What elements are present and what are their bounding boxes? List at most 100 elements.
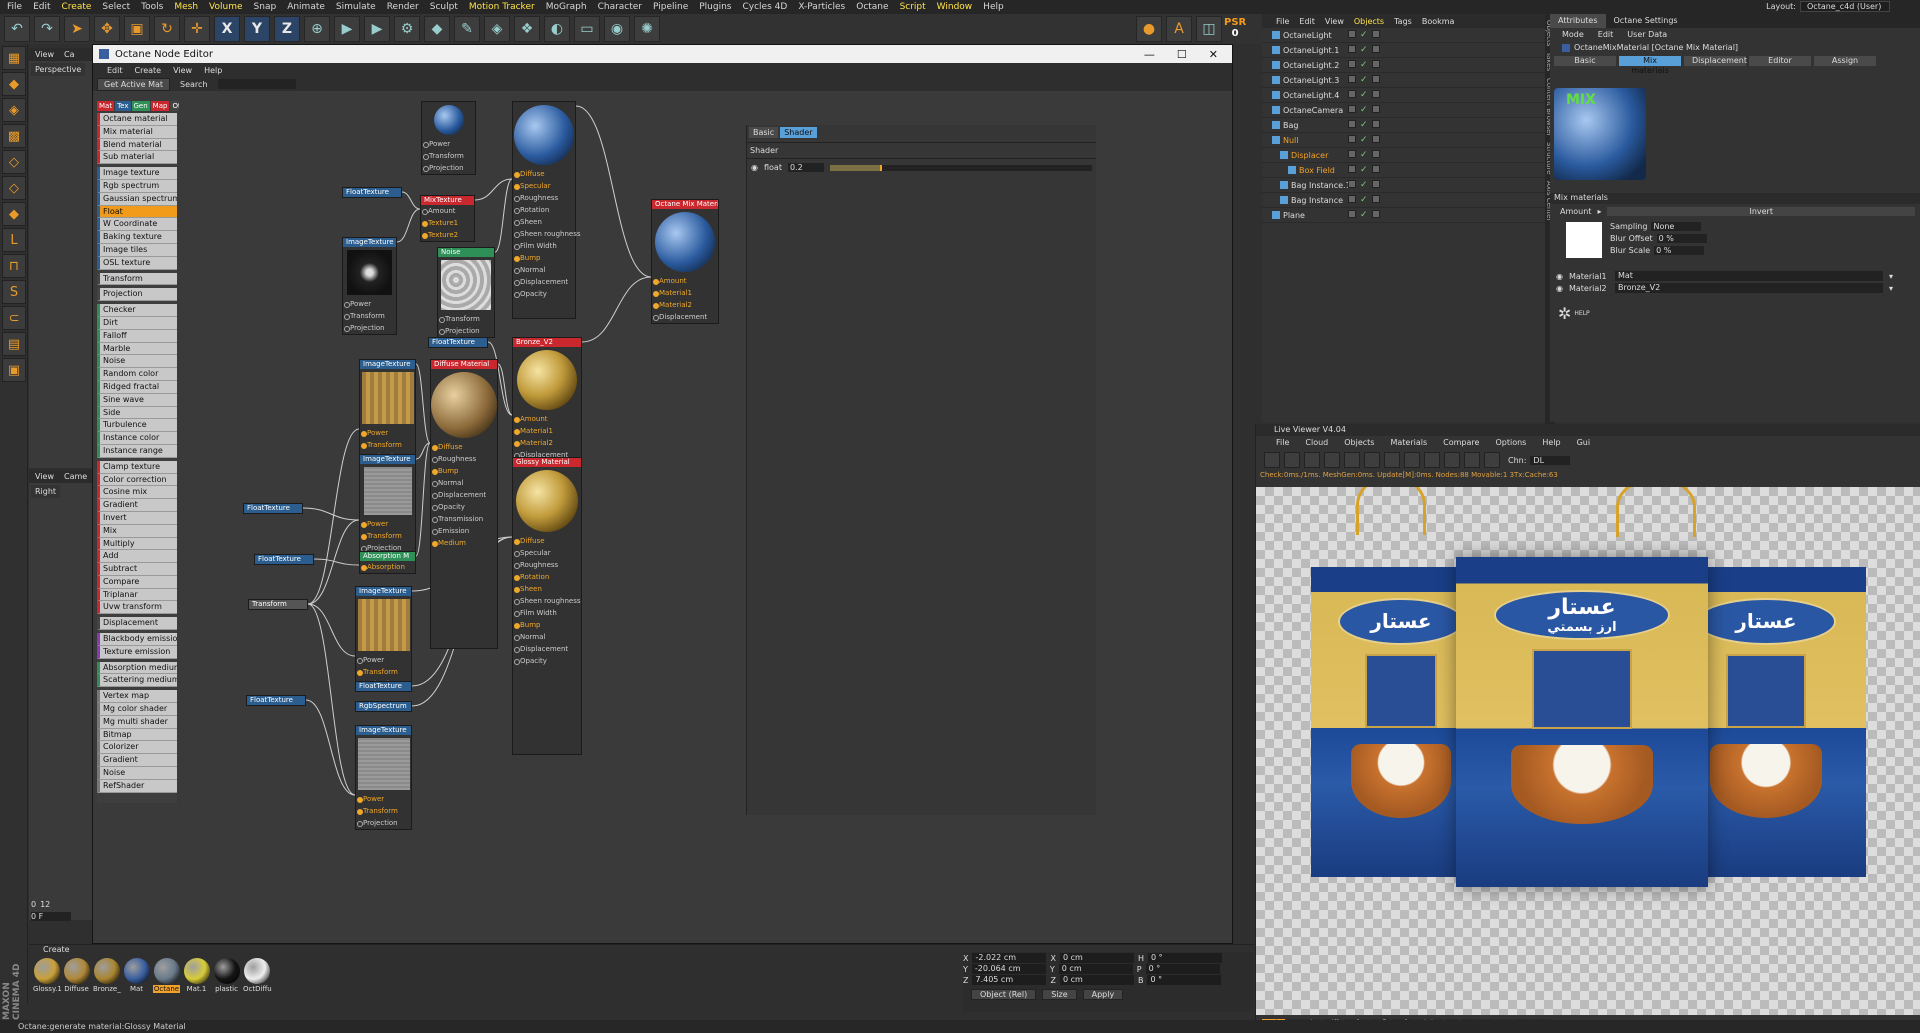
keyframe-dot-icon[interactable]: ◉ <box>1556 272 1563 281</box>
object-row[interactable]: Bag Instance ✓ <box>1262 193 1545 208</box>
object-row[interactable]: Displacer ✓ <box>1262 148 1545 163</box>
node-input-amount[interactable]: Amount <box>421 205 474 217</box>
node-type-multiply[interactable]: Multiply <box>97 537 177 551</box>
menu-volume[interactable]: Volume <box>209 2 242 12</box>
node-input-transform[interactable]: Transform <box>422 150 475 162</box>
menu-animate[interactable]: Animate <box>287 2 325 12</box>
material1-field[interactable]: Mat <box>1614 271 1883 281</box>
node-absorption-m[interactable]: Absorption M Absorption <box>359 551 416 574</box>
enabled-check-icon[interactable]: ✓ <box>1360 105 1368 115</box>
node-input-transform[interactable]: Transform <box>356 666 411 678</box>
z-axis-icon[interactable]: Z <box>274 16 300 42</box>
attr-menu-mode[interactable]: Mode <box>1562 30 1584 39</box>
model-mode-icon[interactable]: ▦ <box>2 46 26 70</box>
timeline-frame-field[interactable]: 0 F <box>31 912 71 921</box>
timeline-frame-start[interactable]: 0 <box>31 900 36 909</box>
amount-arrow-icon[interactable]: ▸ <box>1597 207 1601 216</box>
node-type-image-texture[interactable]: Image texture <box>97 167 177 180</box>
attr-subtab-mix-materials[interactable]: Mix materials <box>1619 56 1681 75</box>
menu-character[interactable]: Character <box>598 2 642 12</box>
object-row[interactable]: OctaneLight.3 ✓ <box>1262 73 1545 88</box>
category-tab-tex[interactable]: Tex <box>115 101 131 111</box>
coord-mode-dropdown[interactable]: Object (Rel) <box>971 989 1037 1000</box>
tab-attributes[interactable]: Attributes <box>1550 14 1606 28</box>
material-diffuse[interactable]: Diffuse <box>63 958 90 993</box>
enabled-check-icon[interactable]: ✓ <box>1360 150 1368 160</box>
coord-field-b[interactable]: 0 cm <box>1059 953 1134 963</box>
obj-menu-file[interactable]: File <box>1276 17 1289 26</box>
menu-window[interactable]: Window <box>937 2 973 12</box>
tag-icon[interactable] <box>1371 165 1380 173</box>
obj-menu-tags[interactable]: Tags <box>1394 17 1412 26</box>
attr-subtab-basic[interactable]: Basic <box>1554 56 1616 66</box>
node-type-projection[interactable]: Projection <box>97 288 177 302</box>
render-icon[interactable] <box>1264 452 1280 468</box>
node-input-projection[interactable]: Projection <box>438 325 494 337</box>
pause-icon[interactable] <box>1304 452 1320 468</box>
node-type-float[interactable]: Float <box>97 205 177 219</box>
scale-tool-icon[interactable]: ▣ <box>124 16 150 42</box>
viewport-menu-view[interactable]: View <box>35 50 54 59</box>
node-input-film-width[interactable]: Film Width <box>513 240 575 252</box>
coord-field-b[interactable]: 0 cm <box>1059 975 1134 985</box>
node-input-displacement[interactable]: Displacement <box>652 311 718 323</box>
grid-icon[interactable]: ▣ <box>2 358 26 382</box>
apply-button[interactable]: Apply <box>1082 989 1124 1000</box>
tab-basic[interactable]: Basic <box>749 127 779 138</box>
coord-field-c[interactable]: 0 ° <box>1145 964 1220 974</box>
redo-icon[interactable]: ↷ <box>34 16 60 42</box>
node-input-material1[interactable]: Material1 <box>513 425 581 437</box>
node-type-rgb-spectrum[interactable]: Rgb spectrum <box>97 179 177 193</box>
enabled-check-icon[interactable]: ✓ <box>1360 165 1368 175</box>
obj-menu-view[interactable]: View <box>1325 17 1344 26</box>
material-plastic[interactable]: plastic <box>213 958 240 993</box>
object-name[interactable]: Null <box>1283 136 1299 145</box>
float-slider[interactable] <box>829 164 1092 171</box>
snap-icon[interactable]: S <box>2 280 26 304</box>
node-input-material2[interactable]: Material2 <box>652 299 718 311</box>
node-type-noise[interactable]: Noise <box>97 355 177 369</box>
node-input-displacement[interactable]: Displacement <box>513 276 575 288</box>
keyframe-dot-icon[interactable]: ◉ <box>751 163 758 172</box>
cloner-icon[interactable]: ❖ <box>514 16 540 42</box>
camera-icon[interactable]: ◉ <box>604 16 630 42</box>
close-icon[interactable]: ✕ <box>1209 48 1218 61</box>
keyframe-dot-icon[interactable]: ◉ <box>1556 284 1563 293</box>
octane-camera-icon[interactable]: ◫ <box>1196 16 1222 42</box>
node-input-transform[interactable]: Transform <box>360 530 415 542</box>
x-axis-icon[interactable]: X <box>214 16 240 42</box>
node-type-colorizer[interactable]: Colorizer <box>97 741 177 755</box>
category-tab-gen[interactable]: Gen <box>131 101 150 111</box>
floor-icon[interactable]: ▭ <box>574 16 600 42</box>
blur-offset-field[interactable]: 0 % <box>1656 234 1707 243</box>
menu-mesh[interactable]: Mesh <box>174 2 198 12</box>
node-imagetexture[interactable]: ImageTexturePowerTransformProjection <box>355 586 412 691</box>
object-mode-icon[interactable]: ◆ <box>2 72 26 96</box>
node-type-absorption-medium[interactable]: Absorption medium <box>97 661 177 675</box>
object-name[interactable]: Bag Instance <box>1291 196 1343 205</box>
menu-create[interactable]: Create <box>62 2 92 12</box>
node-header[interactable]: Noise <box>438 248 494 257</box>
node-input-texture2[interactable]: Texture2 <box>421 229 474 241</box>
node-input-displacement[interactable]: Displacement <box>431 489 497 501</box>
node-input-texture1[interactable]: Texture1 <box>421 217 474 229</box>
node-floattexture[interactable]: FloatTexture <box>246 695 306 706</box>
node-diffuse-material[interactable]: Diffuse Material Diffuse Roughness Bump Norm… <box>430 359 498 649</box>
viewport2-menu-view[interactable]: View <box>35 472 54 481</box>
channel-dropdown[interactable]: DL <box>1530 455 1571 465</box>
tag-icon[interactable] <box>1371 135 1380 143</box>
node-noise[interactable]: Noise Transform Projection <box>437 247 495 338</box>
node-input-material2[interactable]: Material2 <box>513 437 581 449</box>
invert-button[interactable]: Invert <box>1607 207 1915 216</box>
node-type-falloff[interactable]: Falloff <box>97 329 177 343</box>
render-picture-icon[interactable]: ▶ <box>364 16 390 42</box>
obj-menu-bookma[interactable]: Bookma <box>1422 17 1455 26</box>
material-glossy-1[interactable]: Glossy.1 <box>33 958 62 993</box>
rotate-tool-icon[interactable]: ↻ <box>154 16 180 42</box>
octane-light-icon[interactable]: ● <box>1136 16 1162 42</box>
coord-field-c[interactable]: 0 ° <box>1147 975 1222 985</box>
tag-icon[interactable] <box>1371 30 1380 38</box>
menu-octane[interactable]: Octane <box>856 2 888 12</box>
node-floattexture[interactable]: FloatTexture <box>254 554 314 565</box>
transform-tool-icon[interactable]: ✛ <box>184 16 210 42</box>
